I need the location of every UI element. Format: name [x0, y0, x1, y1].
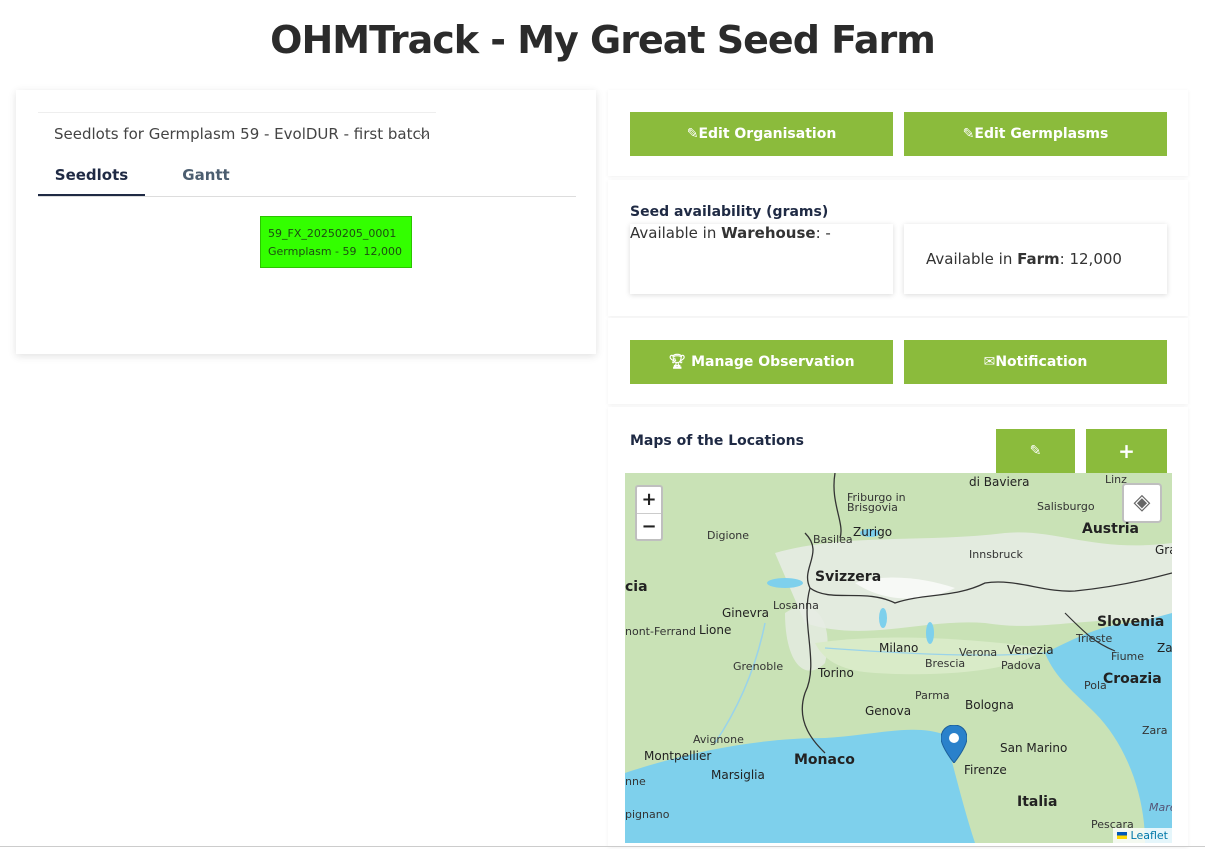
map-label: Bologna [965, 698, 1014, 712]
map-label: Friburgo in Brisgovia [847, 491, 906, 514]
map-label: Za [1157, 641, 1172, 655]
plus-icon: + [1118, 439, 1135, 463]
pencil-icon: ✎ [962, 126, 975, 142]
map-label: Austria [1082, 521, 1139, 537]
germplasm-select-value: Seedlots for Germplasm 59 - EvolDUR - fi… [54, 125, 431, 143]
edit-organisation-button[interactable]: ✎Edit Organisation [630, 112, 893, 156]
map-attribution[interactable]: Leaflet [1113, 828, 1172, 843]
warehouse-availability: Available in Warehouse: - [630, 224, 893, 294]
map-label: Losanna [773, 599, 819, 612]
notification-button[interactable]: ✉Notification [904, 340, 1167, 384]
seedlot-code: 59_FX_20250205_0001 [268, 227, 397, 240]
farm-availability: Available in Farm: 12,000 [904, 224, 1167, 294]
pencil-icon: ✎ [1029, 443, 1042, 459]
map-label: Marsiglia [711, 768, 765, 782]
map-label: nont-Ferrand [625, 625, 696, 638]
zoom-out-button[interactable]: − [637, 514, 661, 540]
map-label: Ginevra [722, 606, 770, 620]
manage-observation-button[interactable]: 🏆︎ Manage Observation [630, 340, 893, 384]
actions-panel: 🏆︎ Manage Observation ✉Notification [608, 318, 1188, 404]
page-title: OHMTrack - My Great Seed Farm [270, 18, 936, 62]
map-label: Montpellier [644, 749, 712, 763]
zoom-control: + − [635, 485, 663, 541]
map-label: Milano [879, 641, 919, 655]
map-label: Torino [818, 666, 854, 680]
map-label: Innsbruck [969, 548, 1023, 561]
map-label: San Marino [1000, 741, 1068, 755]
germplasm-select[interactable]: Seedlots for Germplasm 59 - EvolDUR - fi… [38, 112, 436, 154]
edit-buttons-panel: ✎Edit Organisation ✎Edit Germplasms [608, 90, 1188, 176]
map-label: pignano [625, 808, 670, 821]
pencil-icon: ✎ [686, 126, 699, 142]
layers-icon[interactable]: ◈ [1122, 483, 1162, 523]
map-label: Genova [865, 704, 912, 718]
map-label: Linz [1105, 473, 1127, 486]
map-label: Mare [1149, 801, 1172, 814]
availability-panel: Seed availability (grams) Available in W… [608, 180, 1188, 316]
seedlot-item[interactable]: 59_FX_20250205_0001 Germplasm - 59 12,00… [260, 216, 412, 268]
map-label: Trieste [1076, 632, 1113, 645]
map-label: Brescia [925, 657, 966, 670]
divider [0, 846, 1205, 847]
maps-heading: Maps of the Locations [630, 433, 804, 449]
map-label: Venezia [1007, 643, 1054, 657]
map-label: Graz [1155, 543, 1172, 557]
map-label: Fiume [1111, 650, 1145, 663]
map-label: Parma [915, 689, 950, 702]
trophy-icon: 🏆︎ [668, 354, 692, 370]
map-label: nne [625, 775, 646, 788]
edit-germplasms-button[interactable]: ✎Edit Germplasms [904, 112, 1167, 156]
zoom-in-button[interactable]: + [637, 487, 661, 514]
map-label: Zara [1142, 724, 1168, 737]
map-label: Salisburgo [1037, 500, 1095, 513]
map-label: Basilea [813, 533, 853, 546]
add-location-button[interactable]: + [1086, 429, 1167, 473]
map-label: Croazia [1103, 671, 1162, 687]
map-label: Digione [707, 529, 750, 542]
chevron-down-icon: ⌵ [418, 127, 428, 141]
seedlot-detail: Germplasm - 59 12,000 [268, 245, 403, 258]
map-label: di Baviera [969, 475, 1030, 489]
seedlot-tabs: Seedlots Gantt [38, 160, 576, 197]
envelope-icon: ✉ [983, 354, 996, 370]
tab-gantt[interactable]: Gantt [166, 166, 246, 184]
map-label: Avignone [693, 733, 744, 746]
edit-location-button[interactable]: ✎ [996, 429, 1075, 473]
map-label: Lione [699, 623, 732, 637]
locations-map[interactable]: + − ◈ di Baviera Linz Friburgo in Brisgo… [625, 473, 1172, 843]
map-label: Padova [1001, 659, 1041, 672]
map-label: Italia [1017, 794, 1058, 810]
map-label: Firenze [964, 763, 1007, 777]
map-label: cia [625, 579, 648, 595]
availability-heading: Seed availability (grams) [630, 204, 829, 220]
tab-seedlots[interactable]: Seedlots [38, 166, 145, 196]
map-label: Zurigo [853, 525, 893, 539]
map-label: Grenoble [733, 660, 784, 673]
map-label: Slovenia [1097, 614, 1165, 630]
map-label: Svizzera [815, 569, 882, 585]
map-label: Monaco [794, 752, 855, 768]
flag-icon [1117, 832, 1128, 839]
seedlots-card: Seedlots for Germplasm 59 - EvolDUR - fi… [16, 90, 596, 354]
